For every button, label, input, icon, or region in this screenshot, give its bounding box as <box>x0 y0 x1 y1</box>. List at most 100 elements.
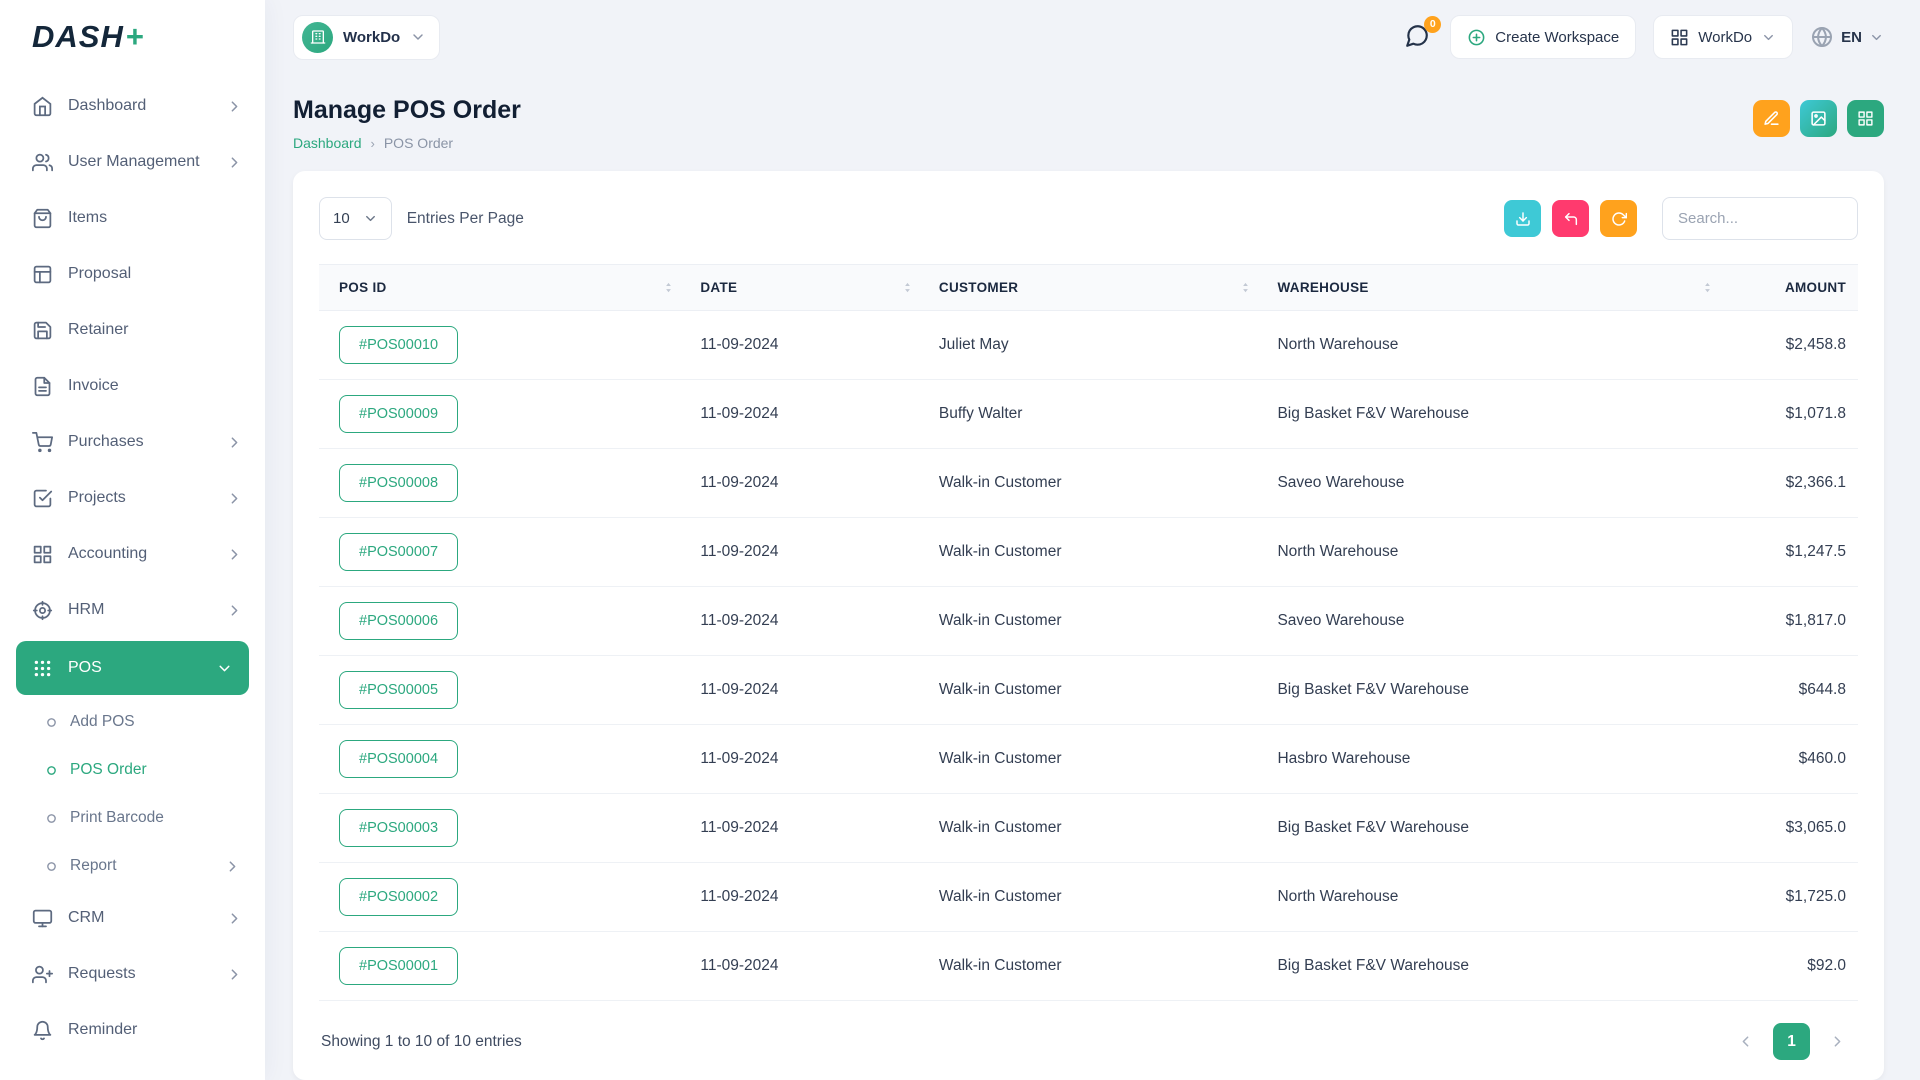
column-header-warehouse[interactable]: WAREHOUSE <box>1265 265 1727 311</box>
entries-per-page-select[interactable]: 10 <box>319 197 392 240</box>
column-header-date[interactable]: DATE <box>688 265 927 311</box>
workdo-menu-button[interactable]: WorkDo <box>1653 15 1793 59</box>
page-title: Manage POS Order <box>293 96 521 125</box>
date-cell: 11-09-2024 <box>688 725 927 794</box>
refresh-icon <box>1611 211 1627 227</box>
customer-cell: Walk-in Customer <box>927 932 1266 1001</box>
next-page-button[interactable] <box>1819 1023 1856 1060</box>
save-icon <box>32 320 53 341</box>
amount-cell: $460.0 <box>1727 725 1858 794</box>
create-workspace-button[interactable]: Create Workspace <box>1450 15 1636 59</box>
column-label: POS ID <box>339 280 387 295</box>
grid-view-button[interactable] <box>1847 100 1884 137</box>
pos-id-link[interactable]: #POS00005 <box>339 671 458 709</box>
date-cell: 11-09-2024 <box>688 932 927 1001</box>
language-label: EN <box>1841 29 1862 46</box>
warehouse-cell: North Warehouse <box>1265 311 1727 380</box>
chevron-right-icon <box>224 858 241 875</box>
pos-id-link[interactable]: #POS00003 <box>339 809 458 847</box>
sidebar-item-crm[interactable]: CRM <box>0 890 265 946</box>
sidebar-item-invoice[interactable]: Invoice <box>0 358 265 414</box>
chevron-down-icon <box>410 29 426 45</box>
top-bar-right: 0 Create Workspace WorkDo EN <box>1404 15 1884 59</box>
column-header-pos-id[interactable]: POS ID <box>319 265 688 311</box>
sidebar-subitem-report[interactable]: Report <box>0 842 265 890</box>
title-block: Manage POS Order Dashboard › POS Order <box>293 96 521 151</box>
date-cell: 11-09-2024 <box>688 380 927 449</box>
sidebar-item-proposal[interactable]: Proposal <box>0 246 265 302</box>
sidebar-item-label: Items <box>68 209 107 227</box>
pos-id-link[interactable]: #POS00001 <box>339 947 458 985</box>
warehouse-cell: Saveo Warehouse <box>1265 587 1727 656</box>
amount-cell: $2,458.8 <box>1727 311 1858 380</box>
pos-id-link[interactable]: #POS00009 <box>339 395 458 433</box>
sidebar-item-requests[interactable]: Requests <box>0 946 265 1002</box>
pos-orders-card: 10 Entries Per Page <box>293 171 1884 1080</box>
bell-icon <box>32 1020 53 1041</box>
sidebar-subitem-label: Report <box>70 857 117 875</box>
sidebar-item-accounting[interactable]: Accounting <box>0 526 265 582</box>
table-row: #POS00001 11-09-2024 Walk-in Customer Bi… <box>319 932 1858 1001</box>
table-toolbar: 10 Entries Per Page <box>319 197 1858 240</box>
pos-id-link[interactable]: #POS00008 <box>339 464 458 502</box>
users-icon <box>32 152 53 173</box>
refresh-button[interactable] <box>1600 200 1637 237</box>
customer-cell: Walk-in Customer <box>927 794 1266 863</box>
pos-id-link[interactable]: #POS00007 <box>339 533 458 571</box>
layout-icon <box>32 264 53 285</box>
circle-icon <box>46 765 57 776</box>
warehouse-cell: Big Basket F&V Warehouse <box>1265 794 1727 863</box>
grid-icon <box>1857 110 1874 127</box>
sort-icon <box>661 280 676 295</box>
sidebar-item-purchases[interactable]: Purchases <box>0 414 265 470</box>
sidebar-item-pos[interactable]: POS <box>16 641 249 695</box>
sidebar-subitem-add-pos[interactable]: Add POS <box>0 698 265 746</box>
column-header-amount[interactable]: AMOUNT <box>1727 265 1858 311</box>
pos-id-link[interactable]: #POS00002 <box>339 878 458 916</box>
bag-icon <box>32 208 53 229</box>
sidebar-item-items[interactable]: Items <box>0 190 265 246</box>
sidebar-subitem-print-barcode[interactable]: Print Barcode <box>0 794 265 842</box>
edit-action-button[interactable] <box>1753 100 1790 137</box>
sidebar-item-label: Purchases <box>68 433 144 451</box>
pos-id-link[interactable]: #POS00006 <box>339 602 458 640</box>
sidebar-item-dashboard[interactable]: Dashboard <box>0 78 265 134</box>
amount-cell: $1,071.8 <box>1727 380 1858 449</box>
column-header-customer[interactable]: CUSTOMER <box>927 265 1266 311</box>
apps-dots-icon <box>32 658 53 679</box>
export-download-button[interactable] <box>1504 200 1541 237</box>
chevron-right-icon <box>226 98 243 115</box>
date-cell: 11-09-2024 <box>688 794 927 863</box>
sidebar-item-projects[interactable]: Projects <box>0 470 265 526</box>
language-selector[interactable]: EN <box>1810 25 1884 49</box>
pos-id-link[interactable]: #POS00004 <box>339 740 458 778</box>
sidebar-subitem-pos-order[interactable]: POS Order <box>0 746 265 794</box>
search-input[interactable] <box>1662 197 1858 240</box>
column-label: CUSTOMER <box>939 280 1018 295</box>
date-cell: 11-09-2024 <box>688 518 927 587</box>
date-cell: 11-09-2024 <box>688 311 927 380</box>
workspace-selector[interactable]: WorkDo <box>293 15 440 60</box>
table-header-row: POS ID DATE CUSTOMER WAREHOUSE <box>319 265 1858 311</box>
amount-cell: $92.0 <box>1727 932 1858 1001</box>
chevron-right-icon <box>226 434 243 451</box>
page-number-current[interactable]: 1 <box>1773 1023 1810 1060</box>
sidebar-item-user-management[interactable]: User Management <box>0 134 265 190</box>
top-bar: WorkDo 0 Create Workspace WorkDo EN <box>265 0 1920 74</box>
image-icon <box>1810 110 1827 127</box>
table-row: #POS00005 11-09-2024 Walk-in Customer Bi… <box>319 656 1858 725</box>
chevron-down-icon <box>216 660 233 677</box>
undo-button[interactable] <box>1552 200 1589 237</box>
sidebar-item-reminder[interactable]: Reminder <box>0 1002 265 1058</box>
pos-id-link[interactable]: #POS00010 <box>339 326 458 364</box>
previous-page-button[interactable] <box>1727 1023 1764 1060</box>
page-actions <box>1753 100 1884 137</box>
messages-button[interactable]: 0 <box>1404 23 1433 52</box>
sidebar-item-hrm[interactable]: HRM <box>0 582 265 638</box>
sidebar-item-retainer[interactable]: Retainer <box>0 302 265 358</box>
pagination: 1 <box>1727 1023 1856 1060</box>
breadcrumb-dashboard-link[interactable]: Dashboard <box>293 135 362 151</box>
pos-screen-button[interactable] <box>1800 100 1837 137</box>
app-logo[interactable]: DASH+ <box>0 0 265 74</box>
messages-badge: 0 <box>1424 16 1441 33</box>
